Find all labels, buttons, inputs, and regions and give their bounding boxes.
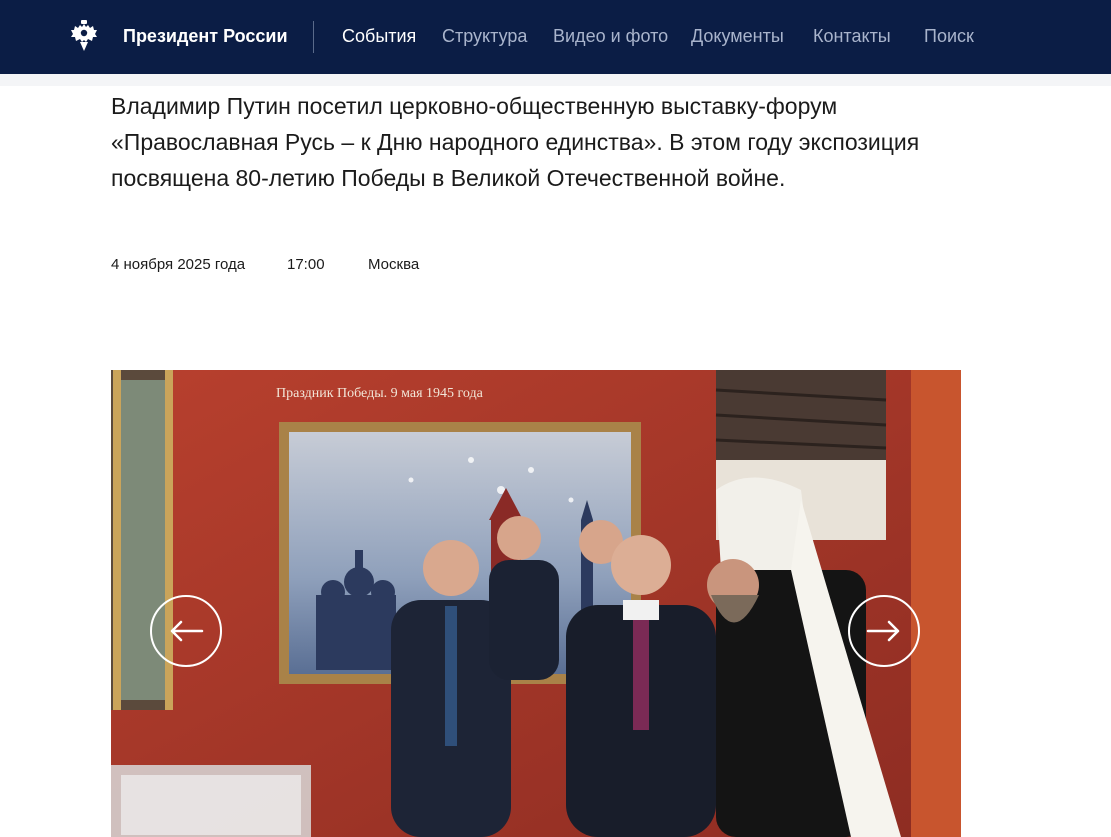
article-date: 4 ноября 2025 года (111, 256, 246, 273)
nav-item-video-photo[interactable]: Видео и фото (553, 24, 668, 48)
nav-item-structure[interactable]: Структура (442, 24, 527, 48)
nav-item-search[interactable]: Поиск (924, 24, 974, 48)
nav-item-events[interactable]: События (342, 24, 416, 48)
site-header: Президент России События Структура Видео… (0, 0, 1111, 74)
double-headed-eagle-icon[interactable] (66, 18, 102, 54)
header-shadow-bar (0, 74, 1111, 86)
painting-caption: Праздник Победы. 9 мая 1945 года (276, 386, 483, 401)
site-title[interactable]: Президент России (123, 24, 288, 48)
gallery-photo[interactable]: Праздник Победы. 9 мая 1945 года (111, 370, 961, 837)
header-divider (313, 21, 314, 53)
arrow-right-icon (866, 620, 900, 642)
article-place: Москва (368, 256, 420, 273)
nav-item-documents[interactable]: Документы (691, 24, 784, 48)
article-time: 17:00 (287, 256, 325, 273)
article-lead: Владимир Путин посетил церковно-обществе… (111, 93, 920, 191)
gallery-prev-button[interactable] (150, 595, 222, 667)
exhibition-photo-illustration (111, 370, 961, 837)
arrow-left-icon (170, 620, 204, 642)
nav-item-contacts[interactable]: Контакты (813, 24, 891, 48)
gallery-next-button[interactable] (848, 595, 920, 667)
